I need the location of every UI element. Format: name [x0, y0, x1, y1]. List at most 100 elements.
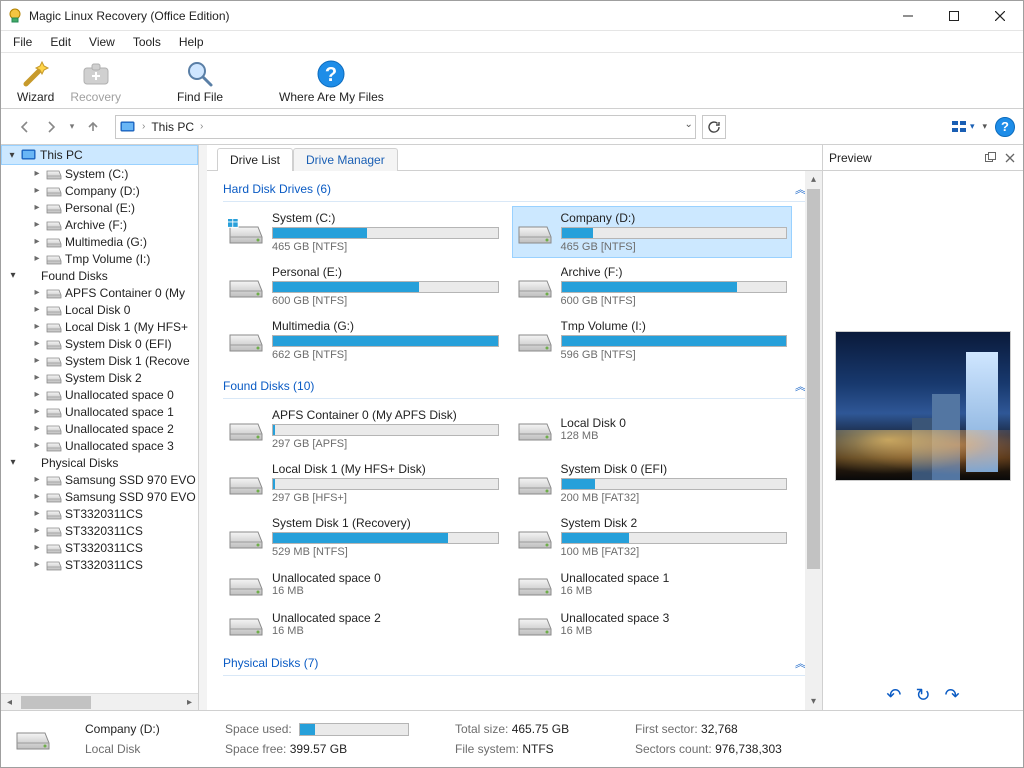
- chevron-right-icon[interactable]: ▸: [31, 253, 43, 264]
- chevron-right-icon[interactable]: ▸: [31, 287, 43, 298]
- tree-item[interactable]: ▸ST3320311CS: [31, 507, 198, 521]
- chevron-right-icon[interactable]: ▸: [31, 355, 43, 366]
- drive-item[interactable]: Unallocated space 116 MB: [512, 565, 793, 603]
- chevron-right-icon[interactable]: ▸: [31, 525, 43, 536]
- tab-drive-manager[interactable]: Drive Manager: [293, 148, 398, 171]
- close-button[interactable]: [977, 1, 1023, 31]
- drive-item[interactable]: System (C:)465 GB [NTFS]: [223, 206, 504, 258]
- rotate-180-button[interactable]: ↻: [915, 685, 930, 706]
- drive-item[interactable]: APFS Container 0 (My APFS Disk)297 GB [A…: [223, 403, 504, 455]
- drive-item[interactable]: Multimedia (G:)662 GB [NTFS]: [223, 314, 504, 366]
- tree-item[interactable]: ▸Archive (F:): [31, 218, 198, 232]
- preview-popout-button[interactable]: [983, 151, 997, 165]
- menu-view[interactable]: View: [81, 33, 123, 51]
- tree-item[interactable]: ▸Unallocated space 1: [31, 405, 198, 419]
- tree-item[interactable]: ▸System Disk 2: [31, 371, 198, 385]
- refresh-button[interactable]: [702, 115, 726, 139]
- preview-close-button[interactable]: [1003, 151, 1017, 165]
- tree-item[interactable]: ▸Personal (E:): [31, 201, 198, 215]
- tree-item[interactable]: ▸ST3320311CS: [31, 558, 198, 572]
- scroll-left-icon[interactable]: ◂: [1, 694, 18, 711]
- chevron-down-icon[interactable]: ▾: [7, 270, 19, 281]
- tree-item[interactable]: ▸Local Disk 0: [31, 303, 198, 317]
- scroll-up-icon[interactable]: ▴: [805, 171, 822, 188]
- section-physical[interactable]: Physical Disks (7) ︽: [223, 651, 806, 676]
- tree-item[interactable]: ▸Samsung SSD 970 EVO: [31, 473, 198, 487]
- scroll-thumb[interactable]: [21, 696, 91, 709]
- chevron-right-icon[interactable]: ▸: [31, 168, 43, 179]
- minimize-button[interactable]: [885, 1, 931, 31]
- drive-item[interactable]: Unallocated space 316 MB: [512, 605, 793, 643]
- chevron-right-icon[interactable]: ▸: [31, 423, 43, 434]
- nav-up-button[interactable]: [81, 115, 105, 139]
- tree-hscrollbar[interactable]: ◂ ▸: [1, 693, 198, 710]
- chevron-right-icon[interactable]: ▸: [31, 508, 43, 519]
- chevron-right-icon[interactable]: ▸: [31, 236, 43, 247]
- content-vscrollbar[interactable]: ▴ ▾: [805, 171, 822, 710]
- chevron-right-icon[interactable]: ▸: [31, 304, 43, 315]
- tree-item[interactable]: ▸Local Disk 1 (My HFS+: [31, 320, 198, 334]
- rotate-left-button[interactable]: ↶: [886, 685, 901, 706]
- drive-item[interactable]: Personal (E:)600 GB [NTFS]: [223, 260, 504, 312]
- drive-item[interactable]: System Disk 2100 MB [FAT32]: [512, 511, 793, 563]
- scroll-right-icon[interactable]: ▸: [181, 694, 198, 711]
- chevron-right-icon[interactable]: ▸: [31, 389, 43, 400]
- drive-item[interactable]: Unallocated space 216 MB: [223, 605, 504, 643]
- nav-forward-button[interactable]: [39, 115, 63, 139]
- tree-item[interactable]: ▸Samsung SSD 970 EVO: [31, 490, 198, 504]
- drive-item[interactable]: Local Disk 0128 MB: [512, 403, 793, 455]
- chevron-right-icon[interactable]: ▸: [31, 185, 43, 196]
- tree-root[interactable]: ▾ This PC: [1, 145, 198, 165]
- drive-item[interactable]: Local Disk 1 (My HFS+ Disk)297 GB [HFS+]: [223, 457, 504, 509]
- drive-item[interactable]: Tmp Volume (I:)596 GB [NTFS]: [512, 314, 793, 366]
- tree-found-disks[interactable]: ▾ Found Disks: [7, 269, 198, 283]
- chevron-right-icon[interactable]: ▸: [31, 321, 43, 332]
- tree-physical-disks[interactable]: ▾ Physical Disks: [7, 456, 198, 470]
- address-bar[interactable]: › This PC › ⌄: [115, 115, 696, 139]
- drive-item[interactable]: Unallocated space 016 MB: [223, 565, 504, 603]
- drive-item[interactable]: Archive (F:)600 GB [NTFS]: [512, 260, 793, 312]
- tree-item[interactable]: ▸System Disk 0 (EFI): [31, 337, 198, 351]
- tree-item[interactable]: ▸Tmp Volume (I:): [31, 252, 198, 266]
- nav-back-button[interactable]: [13, 115, 37, 139]
- drive-item[interactable]: System Disk 0 (EFI)200 MB [FAT32]: [512, 457, 793, 509]
- tree-item[interactable]: ▸Multimedia (G:): [31, 235, 198, 249]
- tree-item[interactable]: ▸Unallocated space 0: [31, 388, 198, 402]
- chevron-right-icon[interactable]: ▸: [31, 202, 43, 213]
- section-hdd[interactable]: Hard Disk Drives (6) ︽: [223, 177, 806, 202]
- chevron-right-icon[interactable]: ▸: [31, 559, 43, 570]
- menu-file[interactable]: File: [5, 33, 40, 51]
- tree-item[interactable]: ▸Company (D:): [31, 184, 198, 198]
- chevron-right-icon[interactable]: ▸: [31, 406, 43, 417]
- maximize-button[interactable]: [931, 1, 977, 31]
- scroll-down-icon[interactable]: ▾: [805, 693, 822, 710]
- menu-edit[interactable]: Edit: [42, 33, 79, 51]
- chevron-right-icon[interactable]: ▸: [31, 542, 43, 553]
- tab-drive-list[interactable]: Drive List: [217, 148, 293, 171]
- menu-tools[interactable]: Tools: [125, 33, 169, 51]
- breadcrumb-root[interactable]: This PC: [151, 120, 194, 134]
- address-dropdown-icon[interactable]: ⌄: [685, 119, 693, 130]
- find-file-button[interactable]: Find File: [169, 55, 231, 107]
- scroll-thumb[interactable]: [807, 189, 820, 569]
- section-found[interactable]: Found Disks (10) ︽: [223, 374, 806, 399]
- rotate-right-button[interactable]: ↷: [945, 685, 960, 706]
- folder-tree[interactable]: ▾ This PC ▸System (C:) ▸Company (D:) ▸Pers…: [1, 145, 198, 693]
- menu-help[interactable]: Help: [171, 33, 212, 51]
- chevron-down-icon[interactable]: ▾: [7, 457, 19, 468]
- tree-item[interactable]: ▸ST3320311CS: [31, 541, 198, 555]
- chevron-right-icon[interactable]: ▸: [31, 474, 43, 485]
- chevron-right-icon[interactable]: ▸: [31, 219, 43, 230]
- tree-item[interactable]: ▸Unallocated space 3: [31, 439, 198, 453]
- tree-item[interactable]: ▸System (C:): [31, 167, 198, 181]
- drive-item[interactable]: Company (D:)465 GB [NTFS]: [512, 206, 793, 258]
- view-mode-button[interactable]: ▾: [952, 120, 975, 134]
- tree-item[interactable]: ▸System Disk 1 (Recove: [31, 354, 198, 368]
- wizard-button[interactable]: Wizard: [9, 55, 62, 107]
- tree-item[interactable]: ▸APFS Container 0 (My: [31, 286, 198, 300]
- tree-item[interactable]: ▸ST3320311CS: [31, 524, 198, 538]
- chevron-down-icon[interactable]: ▾: [6, 150, 18, 161]
- chevron-right-icon[interactable]: ▸: [31, 440, 43, 451]
- nav-history-button[interactable]: ▾: [65, 115, 79, 139]
- chevron-right-icon[interactable]: ▸: [31, 372, 43, 383]
